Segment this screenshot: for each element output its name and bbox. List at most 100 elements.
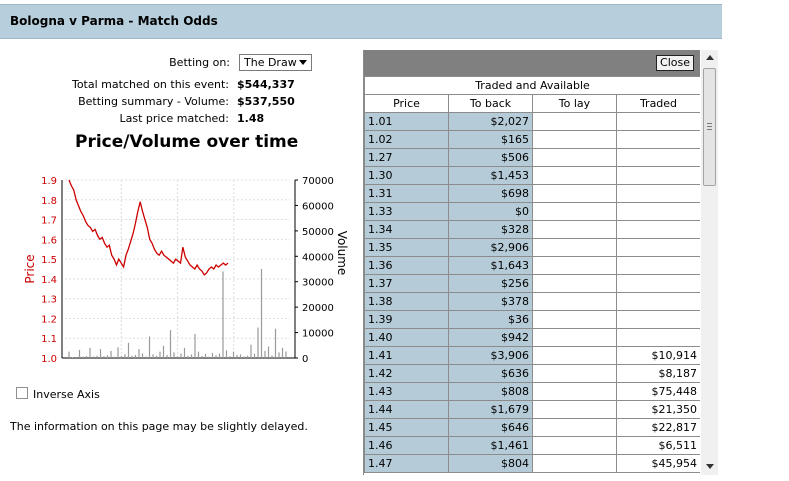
traded-cell[interactable] [616, 184, 700, 203]
col-header-to-lay: To lay [532, 94, 617, 113]
traded-cell[interactable]: $22,817 [616, 418, 700, 437]
traded-cell[interactable] [616, 292, 700, 311]
table-row[interactable]: 1.42 $636 $8,187 [364, 364, 700, 383]
to-back-cell[interactable]: $0 [448, 202, 533, 221]
table-row[interactable]: 1.01 $2,027 [364, 112, 700, 131]
table-row[interactable]: 1.47 $804 $45,954 [364, 454, 700, 473]
traded-cell[interactable]: $8,187 [616, 364, 700, 383]
to-back-cell[interactable]: $1,453 [448, 166, 533, 185]
to-lay-cell[interactable] [532, 346, 617, 365]
traded-cell[interactable] [616, 220, 700, 239]
price-cell: 1.02 [364, 130, 449, 149]
table-row[interactable]: 1.41 $3,906 $10,914 [364, 346, 700, 365]
y-tick-label: 1.2 [41, 314, 57, 325]
to-lay-cell[interactable] [532, 328, 617, 347]
table-row[interactable]: 1.30 $1,453 [364, 166, 700, 185]
to-lay-cell[interactable] [532, 130, 617, 149]
to-back-cell[interactable]: $378 [448, 292, 533, 311]
table-row[interactable]: 1.39 $36 [364, 310, 700, 329]
scroll-down-icon[interactable] [706, 464, 714, 469]
traded-cell[interactable] [616, 112, 700, 131]
summary-label: Betting summary - Volume: [78, 95, 229, 108]
y2-tick-label: 50000 [302, 227, 334, 238]
traded-cell[interactable] [616, 310, 700, 329]
traded-cell[interactable] [616, 274, 700, 293]
to-back-cell[interactable]: $1,461 [448, 436, 533, 455]
panel-scrollbar[interactable] [701, 50, 718, 475]
to-lay-cell[interactable] [532, 256, 617, 275]
traded-cell[interactable]: $10,914 [616, 346, 700, 365]
to-back-cell[interactable]: $1,679 [448, 400, 533, 419]
scroll-thumb[interactable] [703, 68, 716, 186]
table-row[interactable]: 1.44 $1,679 $21,350 [364, 400, 700, 419]
traded-cell[interactable] [616, 238, 700, 257]
traded-cell[interactable] [616, 166, 700, 185]
to-lay-cell[interactable] [532, 310, 617, 329]
table-row[interactable]: 1.35 $2,906 [364, 238, 700, 257]
to-back-cell[interactable]: $165 [448, 130, 533, 149]
table-row[interactable]: 1.43 $808 $75,448 [364, 382, 700, 401]
to-back-cell[interactable]: $808 [448, 382, 533, 401]
to-back-cell[interactable]: $3,906 [448, 346, 533, 365]
to-back-cell[interactable]: $328 [448, 220, 533, 239]
to-lay-cell[interactable] [532, 436, 617, 455]
to-back-cell[interactable]: $2,906 [448, 238, 533, 257]
selection-dropdown[interactable]: The Draw [239, 54, 312, 71]
traded-cell[interactable] [616, 130, 700, 149]
to-lay-cell[interactable] [532, 400, 617, 419]
close-button[interactable]: Close [656, 55, 694, 71]
to-back-cell[interactable]: $698 [448, 184, 533, 203]
traded-cell[interactable]: $6,511 [616, 436, 700, 455]
col-header-traded: Traded [616, 94, 700, 113]
table-row[interactable]: 1.02 $165 [364, 130, 700, 149]
table-row[interactable]: 1.36 $1,643 [364, 256, 700, 275]
last-price-value: 1.48 [237, 112, 265, 125]
traded-cell[interactable] [616, 256, 700, 275]
to-lay-cell[interactable] [532, 166, 617, 185]
to-lay-cell[interactable] [532, 220, 617, 239]
table-row[interactable]: 1.34 $328 [364, 220, 700, 239]
traded-cell[interactable] [616, 328, 700, 347]
to-lay-cell[interactable] [532, 184, 617, 203]
to-lay-cell[interactable] [532, 364, 617, 383]
to-back-cell[interactable]: $36 [448, 310, 533, 329]
inverse-axis-label: Inverse Axis [33, 388, 100, 401]
inverse-axis-checkbox[interactable] [16, 387, 28, 399]
price-cell: 1.30 [364, 166, 449, 185]
traded-cell[interactable]: $21,350 [616, 400, 700, 419]
to-back-cell[interactable]: $1,643 [448, 256, 533, 275]
to-lay-cell[interactable] [532, 274, 617, 293]
to-lay-cell[interactable] [532, 382, 617, 401]
to-lay-cell[interactable] [532, 202, 617, 221]
table-row[interactable]: 1.46 $1,461 $6,511 [364, 436, 700, 455]
to-back-cell[interactable]: $636 [448, 364, 533, 383]
to-lay-cell[interactable] [532, 112, 617, 131]
traded-cell[interactable] [616, 148, 700, 167]
table-row[interactable]: 1.40 $942 [364, 328, 700, 347]
to-back-cell[interactable]: $2,027 [448, 112, 533, 131]
to-lay-cell[interactable] [532, 418, 617, 437]
to-back-cell[interactable]: $804 [448, 454, 533, 473]
table-row[interactable]: 1.45 $646 $22,817 [364, 418, 700, 437]
table-row[interactable]: 1.33 $0 [364, 202, 700, 221]
to-lay-cell[interactable] [532, 238, 617, 257]
to-back-cell[interactable]: $942 [448, 328, 533, 347]
traded-cell[interactable] [616, 202, 700, 221]
grip-icon [707, 123, 712, 130]
table-row[interactable]: 1.31 $698 [364, 184, 700, 203]
chevron-down-icon[interactable] [299, 60, 307, 65]
price-cell: 1.47 [364, 454, 449, 473]
traded-cell[interactable]: $75,448 [616, 382, 700, 401]
to-back-cell[interactable]: $646 [448, 418, 533, 437]
to-back-cell[interactable]: $506 [448, 148, 533, 167]
to-back-cell[interactable]: $256 [448, 274, 533, 293]
to-lay-cell[interactable] [532, 148, 617, 167]
to-lay-cell[interactable] [532, 292, 617, 311]
scroll-up-icon[interactable] [706, 55, 714, 60]
table-row[interactable]: 1.37 $256 [364, 274, 700, 293]
y-tick-label: 1.9 [41, 176, 57, 187]
traded-cell[interactable]: $45,954 [616, 454, 700, 473]
to-lay-cell[interactable] [532, 454, 617, 473]
table-row[interactable]: 1.38 $378 [364, 292, 700, 311]
table-row[interactable]: 1.27 $506 [364, 148, 700, 167]
